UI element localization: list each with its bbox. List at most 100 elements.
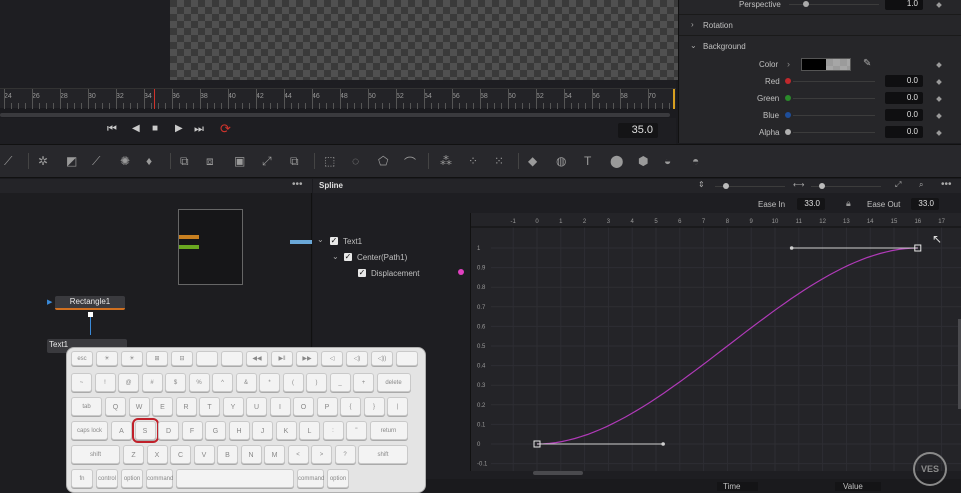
keyboard-key: K (275, 421, 297, 440)
tree-center-path[interactable]: Center(Path1) (357, 253, 407, 262)
p-emitter-icon[interactable]: ⁂ (440, 154, 452, 168)
horizontal-zoom-icon[interactable]: ⟷ (793, 180, 804, 189)
ellipse-mask-icon[interactable]: ◌ (352, 154, 359, 168)
go-to-start-icon[interactable]: ⏮ (107, 123, 117, 136)
lock-icon[interactable]: 🔒︎ (846, 198, 851, 209)
timeline-tick-label: 56 (452, 93, 460, 100)
timeline-tick-mark (550, 103, 551, 109)
perspective-keyframe-icon[interactable] (936, 2, 942, 8)
warp-icon[interactable]: ⧉ (290, 154, 299, 169)
spline-graph[interactable]: -1 0 1 2 3 4 5 6 7 8 9 10 11 12 13 14 15 16 17 1 0.9 0.8 0.7 0.… (470, 213, 961, 471)
green-field[interactable]: 0.0 (885, 92, 923, 104)
alpha-field[interactable]: 0.0 (885, 126, 923, 138)
step-back-icon[interactable]: ◀ (132, 123, 140, 134)
red-slider[interactable] (793, 81, 875, 82)
eyedropper-icon[interactable]: ✎ (863, 58, 871, 69)
ease-in-handle (661, 442, 665, 446)
timeline-ruler[interactable]: 24 26 28 30 32 34 36 38 40 42 44 46 48 50 52 54 56 58 60 62… (0, 88, 676, 109)
color-expand-icon[interactable]: › (787, 59, 790, 69)
rotation-section[interactable]: Rotation (703, 21, 733, 30)
time-dropdown[interactable]: Time (717, 482, 759, 491)
center-checkbox[interactable]: ✓ (344, 253, 352, 261)
text1-checkbox[interactable]: ✓ (330, 237, 338, 245)
timeline-tick-mark (655, 103, 656, 109)
text3d-icon[interactable]: T (584, 154, 591, 168)
screen-icon[interactable]: ▣ (234, 154, 245, 168)
tree-text1[interactable]: Text1 (343, 237, 362, 246)
keyboard-key: ▶‖ (271, 351, 293, 366)
transform-icon[interactable]: ⤢ (262, 154, 272, 169)
shape3d-icon[interactable]: ◍ (556, 154, 566, 168)
drop-icon[interactable]: ♦ (146, 154, 152, 168)
timeline-tick-mark (557, 103, 558, 109)
alpha-keyframe-icon[interactable] (936, 130, 942, 136)
keyboard-key: P (316, 397, 338, 416)
red-field[interactable]: 0.0 (885, 75, 923, 87)
vertical-zoom-handle[interactable] (723, 183, 729, 189)
viewer-canvas[interactable] (170, 0, 678, 80)
blue-keyframe-icon[interactable] (936, 113, 942, 119)
zoom-icon[interactable]: ⌕ (919, 180, 923, 190)
stop-icon[interactable]: ■ (152, 123, 158, 134)
playhead[interactable] (154, 89, 155, 109)
value-dropdown[interactable]: Value (835, 482, 881, 491)
merge3d-icon[interactable]: ⬤ (610, 154, 623, 168)
p-render-icon[interactable]: ⁘ (468, 154, 478, 168)
alpha-dot-icon (785, 129, 791, 135)
perspective-field[interactable]: 1.0 (885, 0, 923, 10)
red-keyframe-icon[interactable] (936, 79, 942, 85)
node-editor-options-icon[interactable]: ••• (292, 179, 303, 190)
current-frame-field[interactable]: 35.0 (618, 123, 658, 138)
timeline-scrollbar[interactable] (0, 113, 670, 117)
merge-icon[interactable]: ⧉ (180, 154, 189, 169)
color-swatch[interactable] (801, 58, 851, 71)
graph-h-scrollbar[interactable] (533, 471, 583, 475)
tree-displacement[interactable]: Displacement (371, 269, 419, 278)
timeline-tick-mark (375, 103, 376, 109)
light-icon[interactable]: ✺ (120, 154, 130, 168)
alpha-slider[interactable] (793, 132, 875, 133)
spline-options-icon[interactable]: ••• (941, 179, 952, 190)
timeline-tick-mark (473, 103, 474, 109)
timeline-tick-mark (228, 89, 229, 109)
blue-slider[interactable] (793, 115, 875, 116)
ease-out-field[interactable]: 33.0 (911, 198, 939, 210)
gradient-icon[interactable]: ◩ (66, 154, 77, 168)
timeline-tick-mark (361, 103, 362, 109)
p-style-icon[interactable]: ⁙ (494, 154, 504, 168)
vertical-zoom-icon[interactable]: ⇕ (698, 180, 705, 189)
rotation-expand-icon[interactable]: › (691, 20, 694, 29)
horizontal-zoom-handle[interactable] (819, 183, 825, 189)
bspline-icon[interactable]: ⌒ (404, 154, 416, 171)
timeline-tick-mark (46, 103, 47, 109)
brush-icon[interactable]: ⟋ (4, 154, 12, 169)
spline-graph-svg[interactable]: -1 0 1 2 3 4 5 6 7 8 9 10 11 12 13 14 15 16 1710.90.80.70.… (471, 213, 961, 471)
tree-collapse-icon[interactable]: ⌄ (332, 252, 339, 261)
fit-icon[interactable]: ⤢ (895, 180, 901, 190)
particle-icon[interactable]: ✲ (38, 154, 48, 168)
light3d-icon[interactable]: ◓ (692, 154, 699, 168)
paint-icon[interactable]: ⟋ (92, 154, 100, 169)
background-section[interactable]: Background (703, 42, 746, 51)
node-navigator[interactable] (178, 209, 243, 285)
background-collapse-icon[interactable]: ⌄ (690, 41, 697, 50)
ease-in-field[interactable]: 33.0 (797, 198, 825, 210)
timeline-tick-mark (39, 103, 40, 109)
displacement-checkbox[interactable]: ✓ (358, 269, 366, 277)
perspective-slider-handle[interactable] (803, 1, 809, 7)
color-keyframe-icon[interactable] (936, 62, 942, 68)
play-icon[interactable]: ▶ (175, 123, 183, 134)
loop-icon[interactable]: ⟳ (220, 121, 231, 137)
blue-field[interactable]: 0.0 (885, 109, 923, 121)
rectangle-node[interactable]: Rectangle1 (55, 296, 125, 310)
render3d-icon[interactable]: ◒ (664, 154, 671, 168)
cube-icon[interactable]: ◆ (528, 154, 537, 168)
go-to-end-icon[interactable]: ⏭ (194, 123, 204, 136)
tree-collapse-icon[interactable]: ⌄ (317, 235, 324, 244)
layers-icon[interactable]: ⧈ (206, 154, 214, 169)
green-slider[interactable] (793, 98, 875, 99)
camera-icon[interactable]: ⬢ (638, 154, 648, 168)
polygon-icon[interactable]: ⬠ (378, 154, 388, 168)
green-keyframe-icon[interactable] (936, 96, 942, 102)
rect-mask-icon[interactable]: ⬚ (324, 154, 335, 168)
